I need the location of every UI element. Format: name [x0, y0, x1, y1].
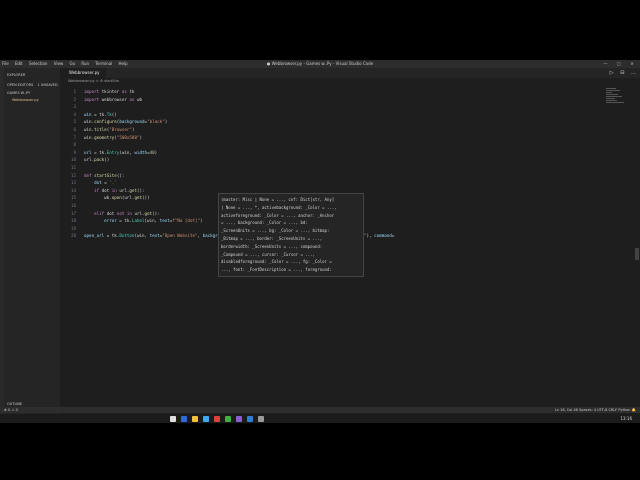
maximize-icon[interactable]: ▢: [615, 60, 623, 68]
line-number: 5: [73, 119, 76, 125]
line-number: 17: [70, 210, 76, 216]
code-text[interactable]: url = tk.Entry(win, width=40): [84, 149, 157, 156]
code-line[interactable]: 3: [60, 103, 640, 110]
code-line[interactable]: 2 import webbrowser as wb: [60, 96, 640, 103]
code-text[interactable]: url.pack(): [84, 156, 109, 163]
explorer-sidebar: EXPLORER OPEN EDITORS 1 UNSAVED GAMES W.…: [4, 68, 60, 414]
line-number: 15: [70, 195, 76, 201]
code-line[interactable]: 9 url = tk.Entry(win, width=40): [60, 149, 640, 156]
more-actions-icon[interactable]: …: [631, 70, 636, 76]
tooltip-line: (master: Misc | None = ..., cnf: Dict[st…: [221, 197, 335, 202]
code-line[interactable]: 11: [60, 164, 640, 171]
explorer-title: EXPLORER: [7, 73, 26, 77]
line-number: 4: [73, 111, 76, 117]
split-editor-icon[interactable]: ⊟: [620, 70, 624, 76]
code-text[interactable]: win = tk.Tk(): [84, 111, 117, 118]
window-title: ● Webbrowser.py - Games w..Py - Visual S…: [266, 61, 374, 66]
code-text[interactable]: wb.open(url.get()): [84, 194, 149, 201]
line-number: 14: [70, 187, 76, 193]
minimap[interactable]: [606, 88, 626, 118]
line-number: 6: [73, 127, 76, 132]
code-line[interactable]: 7 win.geometry("500x500"): [60, 134, 640, 141]
code-text[interactable]: def startSite():: [84, 172, 124, 179]
code-line[interactable]: 10 url.pack(): [60, 156, 640, 163]
code-line[interactable]: 4 win = tk.Tk(): [60, 111, 640, 118]
code-line[interactable]: 12 def startSite():: [60, 172, 640, 179]
title-bar: File Edit Selection View Go Run Terminal…: [0, 60, 640, 68]
line-number: 9: [73, 149, 76, 155]
vertical-scrollbar[interactable]: [634, 78, 640, 414]
status-bar: ⊗ 0 ⚠ 0 Ln 18, Col 46 Spaces: 4 UTF-8 CR…: [0, 407, 640, 413]
line-number: 16: [70, 203, 76, 208]
minimize-icon[interactable]: —: [601, 60, 609, 68]
file-item-webbrowser[interactable]: Webbrowser.py: [12, 97, 39, 103]
line-number: 18: [70, 218, 76, 224]
taskbar-app-icon[interactable]: [236, 415, 242, 422]
taskbar-app-icon[interactable]: [203, 415, 209, 422]
tooltip-line: = ..., background: _Color = ..., bd:: [221, 220, 308, 226]
code-line[interactable]: 13 dot = '.': [60, 179, 640, 186]
line-number: 2: [73, 96, 76, 102]
tooltip-line: ..., font: _FontDescription = ..., foreg…: [221, 267, 332, 273]
taskbar: 13:16: [0, 414, 640, 423]
window-controls: — ▢ ✕: [597, 60, 636, 68]
taskbar-app-icon[interactable]: [225, 415, 231, 422]
taskbar-clock: 13:16: [620, 416, 632, 421]
line-number: 11: [70, 165, 76, 170]
signature-help-tooltip: (master: Misc | None = ..., cnf: Dict[st…: [218, 193, 364, 277]
tab-bar: Webbrowser.py ▷ ⊟ …: [60, 68, 640, 78]
taskbar-app-icon[interactable]: [170, 415, 176, 422]
code-text[interactable]: win.title("Browser"): [84, 126, 134, 133]
line-number: 20: [70, 233, 76, 239]
code-line[interactable]: 6 win.title("Browser"): [60, 126, 640, 133]
open-editors-section[interactable]: OPEN EDITORS 1 UNSAVED: [7, 82, 58, 88]
code-text[interactable]: win.geometry("500x500"): [84, 134, 142, 141]
code-line[interactable]: 1 import tkinter as tk: [60, 88, 640, 95]
vscode-window: File Edit Selection View Go Run Terminal…: [0, 60, 640, 423]
editor-actions: ▷ ⊟ …: [605, 68, 636, 78]
taskbar-app-icon[interactable]: [258, 415, 264, 422]
folder-section[interactable]: GAMES W..PY: [7, 90, 30, 96]
open-editors-label: OPEN EDITORS: [7, 83, 34, 87]
problems-indicator[interactable]: ⊗ 0 ⚠ 0: [4, 407, 18, 413]
run-icon[interactable]: ▷: [610, 70, 614, 76]
code-line[interactable]: 8: [60, 141, 640, 148]
taskbar-app-icon[interactable]: [247, 415, 253, 422]
status-right-items[interactable]: Ln 18, Col 46 Spaces: 4 UTF-8 CRLF Pytho…: [555, 407, 636, 413]
line-number: 7: [73, 134, 76, 140]
breadcrumb[interactable]: Webbrowser.py > ⚙ startSite: [68, 79, 119, 83]
tooltip-line: _Bitmap = ..., border: _ScreenUnits = ..…: [221, 235, 323, 241]
tab-label: Webbrowser.py: [69, 70, 100, 75]
code-text[interactable]: import webbrowser as wb: [84, 96, 142, 103]
close-icon[interactable]: ✕: [628, 60, 636, 68]
tooltip-line: borderwidth: _ScreenUnits = ..., compoun…: [221, 243, 323, 249]
unsaved-badge: 1 UNSAVED: [37, 83, 58, 87]
tooltip-line: disabledforeground: _Color = ..., fg: _C…: [221, 259, 332, 265]
line-number: 1: [73, 89, 76, 94]
code-text[interactable]: error = tk.Label(win, text=f"No [dot]"): [84, 217, 202, 224]
code-text[interactable]: if dot in url.get():: [84, 187, 144, 194]
taskbar-app-icon[interactable]: [192, 415, 198, 422]
code-text[interactable]: win.configure(background="black"): [84, 118, 167, 125]
line-number: 8: [73, 142, 76, 148]
code-line[interactable]: 5 win.configure(background="black"): [60, 118, 640, 125]
taskbar-app-icon[interactable]: [181, 415, 187, 422]
tab-webbrowser[interactable]: Webbrowser.py: [60, 68, 106, 78]
code-text[interactable]: elif dot not in url.get():: [84, 210, 160, 217]
tooltip-line: _ScreenUnits = ..., bg: _Color = ..., bi…: [221, 228, 330, 234]
code-text[interactable]: import tkinter as tk: [84, 88, 134, 95]
taskbar-app-icon[interactable]: [214, 415, 220, 422]
tooltip-line: activeforeground: _Color = ..., anchor: …: [221, 212, 335, 218]
line-number: 3: [73, 104, 76, 110]
tooltip-line: | None = ..., *, activebackground: _Colo…: [221, 204, 337, 210]
tooltip-line: _Compound = ..., cursor: _Cursor = ...,: [221, 251, 315, 257]
line-number: 12: [70, 172, 76, 178]
line-number: 19: [70, 225, 76, 231]
code-text[interactable]: dot = '.': [84, 179, 117, 186]
line-number: 13: [70, 180, 76, 186]
line-number: 10: [70, 157, 76, 163]
